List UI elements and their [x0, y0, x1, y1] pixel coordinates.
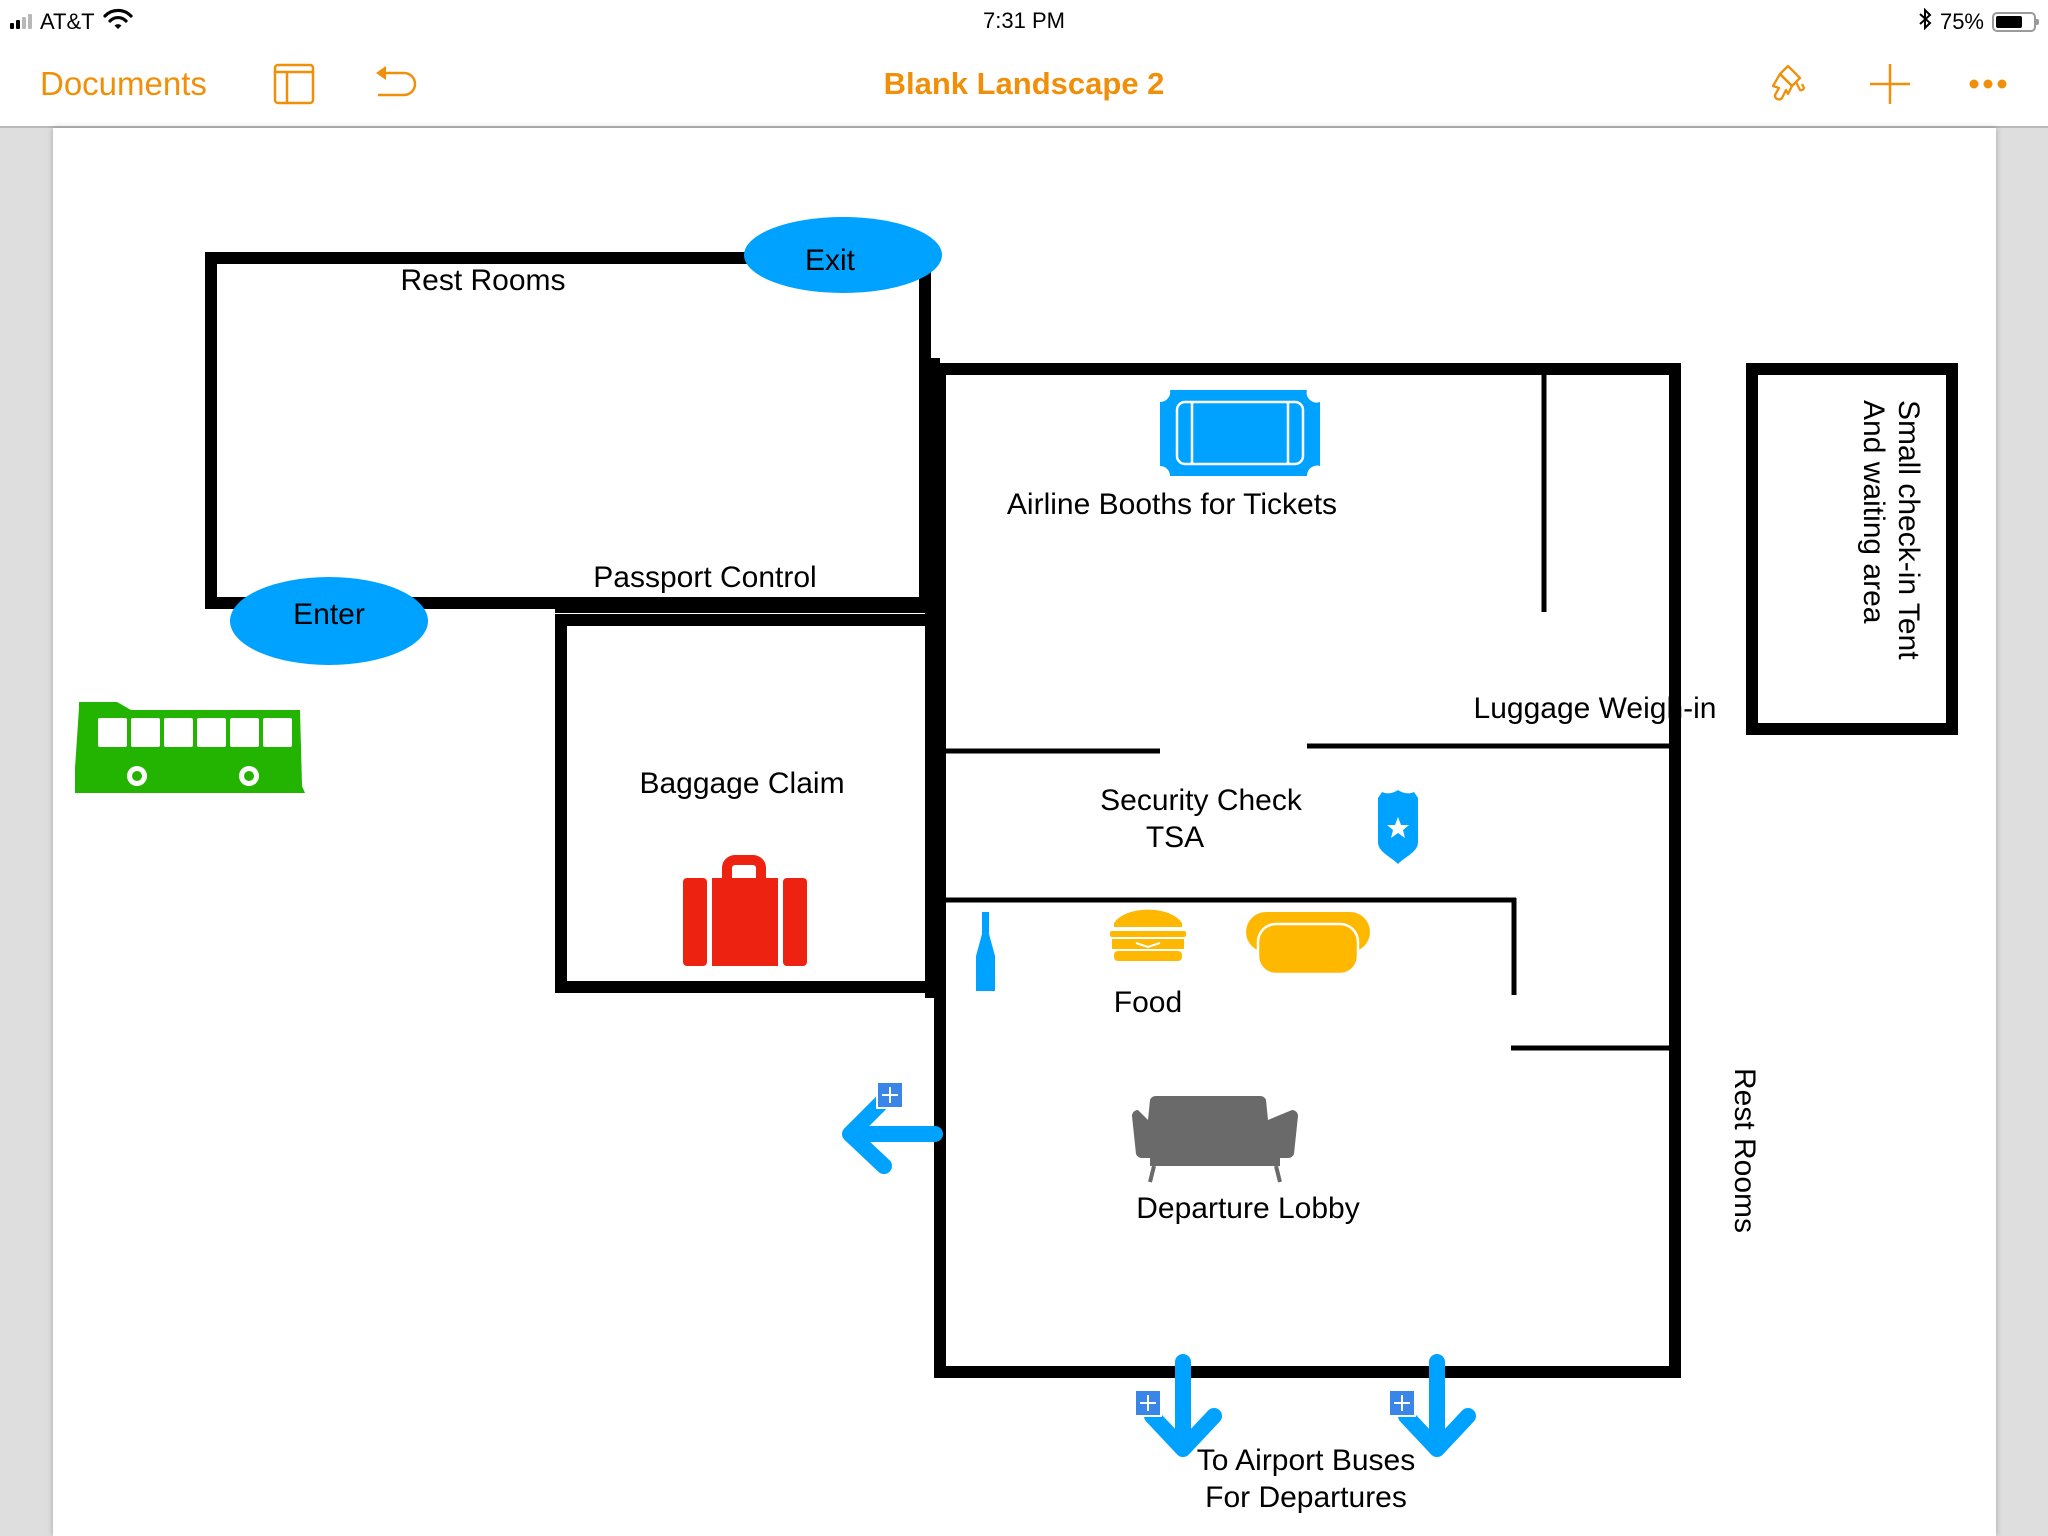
label-luggage-weigh-in: Luggage Weigh-in	[1474, 692, 1717, 725]
label-rest-rooms-right: Rest Rooms	[1728, 1068, 1761, 1233]
label-security-check: Security Check	[1100, 784, 1303, 817]
exit-marker[interactable]: Exit	[744, 217, 942, 293]
hotdog-icon[interactable]	[1246, 912, 1370, 976]
label-to-airport-buses: To Airport Buses	[1197, 1444, 1415, 1477]
exit-label: Exit	[805, 244, 856, 277]
sofa-icon[interactable]	[1132, 1095, 1298, 1183]
ticket-icon[interactable]	[1160, 390, 1320, 476]
bus-icon[interactable]	[75, 702, 305, 793]
wall-segment	[555, 601, 935, 613]
label-tent-line2: And waiting area	[1857, 400, 1890, 624]
selection-handle[interactable]	[1134, 1389, 1162, 1417]
label-baggage-claim: Baggage Claim	[639, 767, 844, 800]
enter-marker[interactable]: Enter	[230, 577, 428, 665]
burger-icon[interactable]	[1110, 909, 1186, 961]
selection-handle[interactable]	[876, 1081, 904, 1109]
label-tsa: TSA	[1146, 821, 1204, 854]
bottle-icon[interactable]	[976, 912, 995, 991]
label-rest-rooms-top: Rest Rooms	[400, 264, 565, 297]
label-tent-line1: Small check-in Tent	[1892, 400, 1925, 660]
enter-label: Enter	[293, 598, 365, 631]
suitcase-icon[interactable]	[683, 855, 807, 966]
selection-handle[interactable]	[1388, 1389, 1416, 1417]
label-departure-lobby: Departure Lobby	[1136, 1192, 1359, 1225]
room-rest-rooms-passport[interactable]	[205, 252, 931, 609]
label-airline-booths: Airline Booths for Tickets	[1007, 488, 1337, 521]
police-badge-icon[interactable]	[1378, 790, 1418, 864]
label-food: Food	[1114, 986, 1182, 1019]
wall-segment	[925, 358, 940, 998]
arrow-left-icon[interactable]	[842, 1081, 943, 1174]
floor-plan-canvas: Exit Enter Rest Rooms Passport Control B…	[75, 217, 1958, 1514]
label-for-departures: For Departures	[1205, 1481, 1407, 1514]
label-passport-control: Passport Control	[593, 561, 816, 594]
